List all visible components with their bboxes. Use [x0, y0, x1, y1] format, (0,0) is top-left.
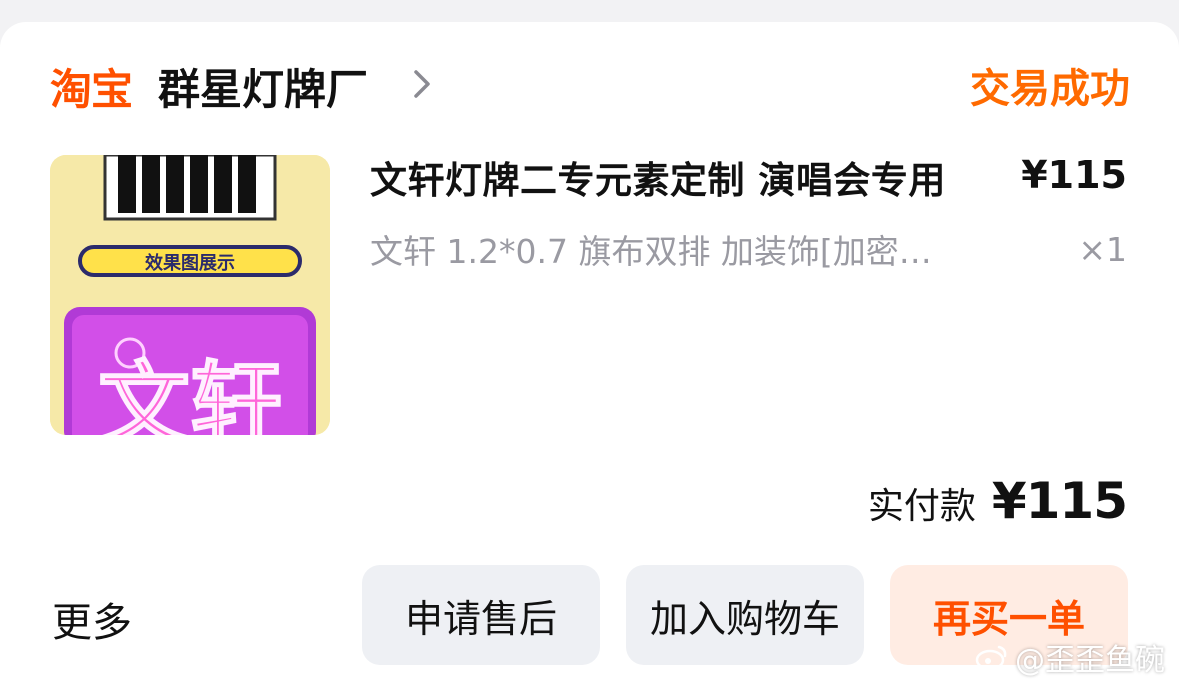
weibo-icon: [975, 645, 1007, 671]
paid-value: ¥115: [991, 472, 1128, 530]
thumbnail-banner-label: 效果图展示: [145, 252, 235, 274]
product-price: ¥115: [1021, 153, 1127, 197]
shop-name-link[interactable]: 群星灯牌厂: [158, 56, 368, 117]
order-status: 交易成功: [970, 66, 1130, 112]
thumbnail-sign-text: 文轩: [98, 352, 282, 435]
taobao-logo: 淘宝: [50, 65, 133, 114]
product-title[interactable]: 文轩灯牌二专元素定制 演唱会专用: [370, 150, 946, 204]
order-header: 淘宝 群星灯牌厂 交易成功: [50, 52, 1130, 114]
watermark: @歪歪鱼碗: [975, 635, 1165, 679]
paid-amount: 实付款 ¥115: [867, 472, 1128, 530]
add-to-cart-button[interactable]: 加入购物车: [626, 565, 864, 665]
watermark-text: @歪歪鱼碗: [1015, 643, 1165, 678]
chevron-right-icon[interactable]: [408, 64, 436, 104]
product-quantity: ×1: [1078, 230, 1127, 269]
after-sale-button[interactable]: 申请售后: [362, 565, 600, 665]
product-spec: 文轩 1.2*0.7 旗布双排 加装饰[加密…: [370, 232, 932, 271]
product-image: 效果图展示 文轩: [50, 155, 330, 435]
product-thumbnail[interactable]: 效果图展示 文轩: [50, 155, 330, 435]
paid-label: 实付款: [867, 486, 976, 527]
more-button[interactable]: 更多: [52, 590, 132, 648]
